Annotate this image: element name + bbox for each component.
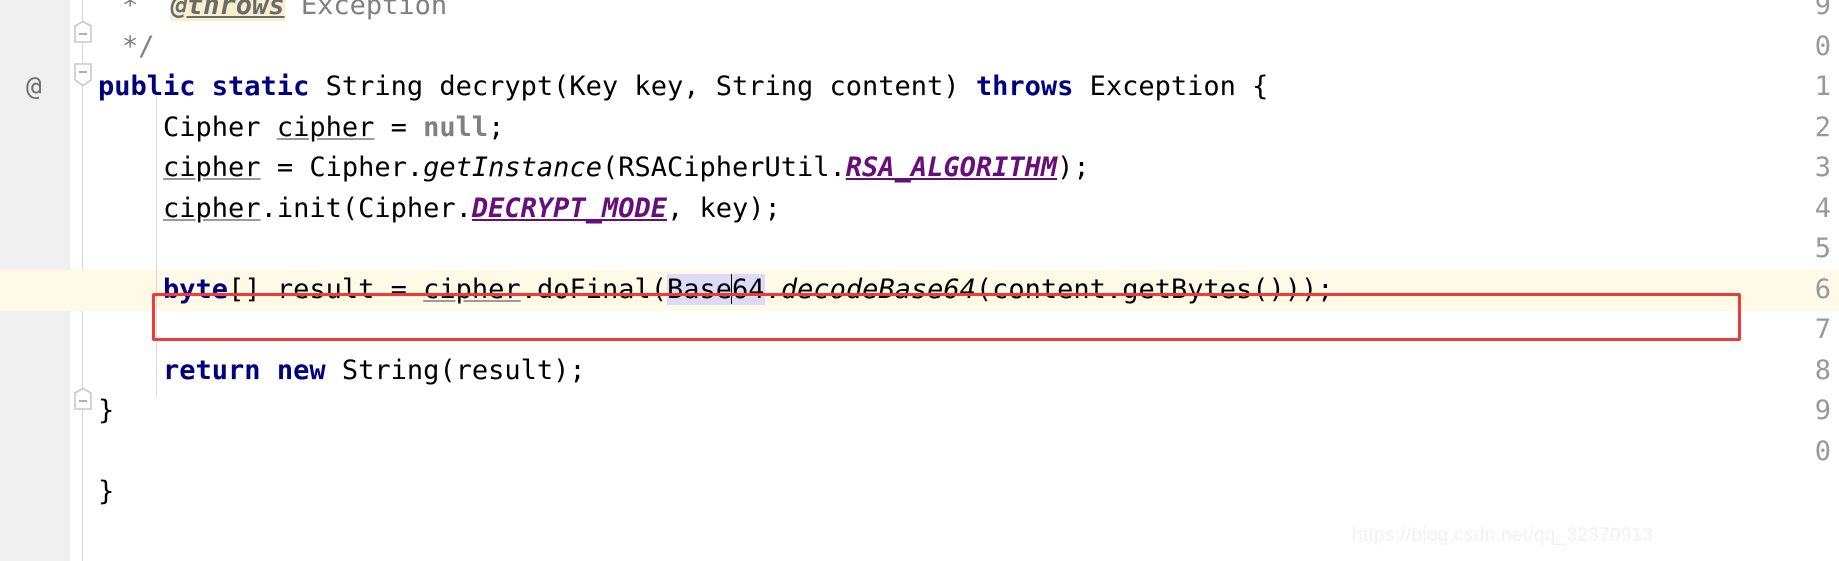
code-token: 64 bbox=[732, 273, 765, 305]
code-token: = bbox=[374, 111, 424, 143]
code-line-text: * @throws Exception bbox=[122, 0, 447, 27]
code-token: throws bbox=[975, 71, 1074, 102]
code-editor[interactable]: 9 0 1 2 3 4 5 6 7 8 9 0 @ * @throws Exception */publi… bbox=[0, 0, 1839, 561]
code-token: (RSACipherUtil. bbox=[601, 152, 846, 183]
code-line-text: byte[] result = cipher.doFinal(Base64.de… bbox=[98, 270, 1334, 311]
watermark: https://blog.csdn.net/qq_32370913 bbox=[1352, 525, 1654, 546]
code-token: Exception { bbox=[1073, 71, 1269, 102]
code-token: null bbox=[423, 111, 489, 143]
code-token: Exception bbox=[284, 0, 448, 21]
override-annotation-gutter-icon[interactable]: @ bbox=[26, 67, 42, 108]
code-token: DECRYPT_MODE bbox=[471, 192, 667, 224]
code-line-text: cipher.init(Cipher.DECRYPT_MODE, key); bbox=[98, 189, 781, 230]
code-token: = Cipher. bbox=[260, 152, 424, 183]
code-token: Base bbox=[667, 273, 733, 305]
code-token: ; bbox=[488, 111, 505, 143]
code-line[interactable]: */ bbox=[98, 27, 1839, 68]
code-token: String decrypt(Key key, String content) bbox=[309, 71, 976, 102]
code-token: cipher bbox=[163, 192, 261, 224]
code-token: , key); bbox=[666, 192, 781, 224]
code-token: .doFinal( bbox=[520, 273, 667, 305]
code-line[interactable]: byte[] result = cipher.doFinal(Base64.de… bbox=[98, 270, 1839, 311]
fold-marker-collapse-javadoc[interactable] bbox=[72, 20, 94, 46]
code-token: String(result); bbox=[325, 354, 586, 386]
code-token: decodeBase64 bbox=[780, 273, 976, 305]
code-line[interactable]: cipher.init(Cipher.DECRYPT_MODE, key); bbox=[98, 189, 1839, 230]
code-token: } bbox=[98, 476, 115, 507]
code-line[interactable]: Cipher cipher = null; bbox=[98, 108, 1839, 149]
code-line[interactable]: cipher = Cipher.getInstance(RSACipherUti… bbox=[98, 148, 1839, 189]
code-token: cipher bbox=[423, 273, 521, 305]
code-line[interactable] bbox=[98, 432, 1839, 473]
code-line[interactable]: } bbox=[98, 391, 1839, 432]
code-line-text: } bbox=[98, 472, 114, 513]
code-line-text: Cipher cipher = null; bbox=[98, 108, 504, 149]
code-token: [] result = bbox=[228, 273, 424, 305]
code-token: return new bbox=[163, 354, 326, 386]
code-token: .init(Cipher. bbox=[260, 192, 472, 224]
fold-marker-collapse-class[interactable] bbox=[72, 387, 94, 413]
code-token: cipher bbox=[163, 152, 261, 183]
code-line[interactable]: public static String decrypt(Key key, St… bbox=[98, 67, 1839, 108]
code-line[interactable]: return new String(result); bbox=[98, 351, 1839, 392]
code-line[interactable] bbox=[98, 310, 1839, 351]
code-token: Cipher bbox=[98, 111, 277, 143]
code-token: RSA_ALGORITHM bbox=[845, 152, 1058, 183]
code-content[interactable]: * @throws Exception */ public static Strin… bbox=[98, 0, 1839, 561]
code-line-text: */ bbox=[122, 27, 155, 68]
code-token: */ bbox=[122, 30, 155, 62]
code-line[interactable]: } bbox=[98, 472, 1839, 513]
fold-marker-collapse-method[interactable] bbox=[72, 61, 94, 87]
code-line[interactable] bbox=[98, 229, 1839, 270]
code-token: * bbox=[122, 0, 171, 21]
code-token: (content.getBytes())); bbox=[975, 273, 1334, 305]
code-line-text: } bbox=[98, 391, 114, 432]
code-token: } bbox=[98, 395, 115, 426]
code-token: . bbox=[764, 273, 781, 305]
code-line-text: cipher = Cipher.getInstance(RSACipherUti… bbox=[98, 148, 1090, 189]
code-token: cipher bbox=[276, 111, 375, 143]
code-line-text: public static String decrypt(Key key, St… bbox=[98, 67, 1268, 108]
code-line-text: return new String(result); bbox=[98, 351, 586, 392]
code-token: ); bbox=[1057, 152, 1090, 183]
code-token: getInstance bbox=[423, 152, 602, 183]
code-token: public static bbox=[98, 71, 310, 102]
code-line[interactable]: * @throws Exception bbox=[98, 0, 1839, 27]
code-token: @throws bbox=[170, 0, 285, 21]
code-token: byte bbox=[163, 273, 229, 305]
